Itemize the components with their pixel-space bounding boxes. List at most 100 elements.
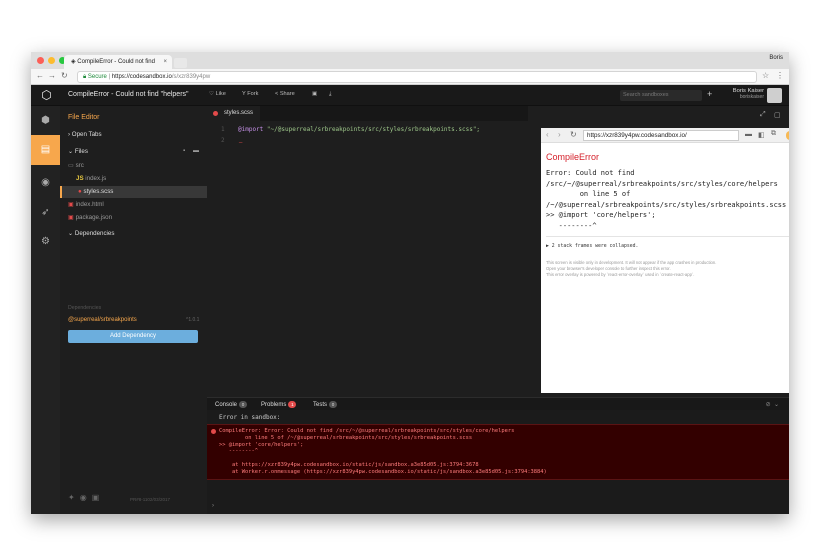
refresh-icon[interactable]: ↻ [570, 130, 577, 139]
app-header: ⬡ CompileError - Could not find "helpers… [31, 85, 789, 106]
tab-console[interactable]: Console 0 [215, 401, 248, 408]
back-icon[interactable]: ‹ [546, 130, 549, 139]
file-tree-item[interactable]: ▣ index.html [68, 201, 104, 208]
download-icon[interactable]: ⤓ [329, 91, 331, 98]
browser-window: ◈ CompileError - Could not find × Boris … [31, 52, 789, 514]
browser-tab[interactable]: ◈ CompileError - Could not find × [64, 55, 172, 69]
new-sandbox-plus-icon[interactable]: + [707, 89, 712, 99]
bookmark-star-icon[interactable]: ☆ [762, 71, 769, 80]
console-input-prompt[interactable]: › [212, 503, 214, 509]
preview-url-input[interactable]: https://xzr839y4pw.codesandbox.io/ [583, 130, 739, 141]
server-settings-icon[interactable]: ⚙ [38, 234, 53, 249]
editor-tab-label: styles.scss [224, 110, 254, 116]
browser-tab-bar: ◈ CompileError - Could not find × Boris [31, 52, 789, 69]
file-name: src [75, 162, 84, 169]
user-info[interactable]: Boris Kaiser boriskaiser [728, 88, 764, 100]
avatar[interactable] [767, 88, 782, 103]
close-window-button[interactable] [37, 57, 44, 64]
github-icon[interactable]: ◉ [80, 493, 87, 502]
github-icon[interactable]: ◉ [38, 175, 53, 190]
reload-icon[interactable]: ↻ [61, 71, 68, 80]
error-marker: _ [239, 137, 243, 143]
deploy-rocket-icon[interactable]: ➶ [38, 205, 53, 220]
new-file-icon[interactable]: ▪ [183, 148, 185, 154]
overlay-footer: This screen is visible only in developme… [546, 260, 716, 278]
browser-profile-name[interactable]: Boris [769, 55, 783, 61]
tab-problems[interactable]: Problems 1 [261, 401, 297, 409]
share-label: Share [279, 91, 295, 97]
file-tree-item[interactable]: JS index.js [76, 175, 106, 182]
line-number: 2 [221, 137, 225, 144]
line-number: 1 [221, 126, 225, 133]
html-file-icon: ▣ [68, 201, 76, 208]
files-section[interactable]: ⌄ Files [68, 148, 88, 155]
preview-window-icon[interactable]: ▢ [774, 111, 781, 119]
error-dot-icon [213, 111, 218, 116]
file-tree-item-selected[interactable]: ● styles.scss [60, 186, 207, 198]
file-tree-item[interactable]: ▣ package.json [68, 214, 112, 221]
fork-button[interactable]: Y Fork [242, 91, 258, 97]
code-editor: styles.scss 1 2 @import "~/@superreal/sr… [207, 106, 534, 397]
collapsed-frames-toggle[interactable]: ▶ 2 stack frames were collapsed. [546, 244, 638, 249]
split-view-icon[interactable]: ◧ [758, 131, 765, 139]
user-handle: boriskaiser [739, 94, 764, 100]
expand-icon[interactable]: ⤢ [760, 111, 766, 119]
file-tree-item[interactable]: ▭ src [68, 162, 84, 169]
open-tabs-section[interactable]: › Open Tabs [68, 131, 102, 138]
close-tab-icon[interactable]: × [163, 55, 167, 69]
tab-tests-label: Tests [313, 402, 328, 409]
save-icon[interactable]: ▣ [312, 91, 317, 97]
new-folder-icon[interactable]: ▬ [193, 148, 199, 154]
explorer-title: File Editor [68, 114, 100, 121]
open-external-icon[interactable]: ⧉ [771, 130, 776, 138]
console-count-badge: 0 [239, 401, 248, 408]
dependencies-section[interactable]: ⌄ Dependencies [68, 230, 114, 237]
project-info-cube-icon[interactable]: ⬢ [38, 113, 53, 128]
preview-toggle[interactable] [786, 131, 789, 140]
preview-frame: ‹ › ↻ https://xzr839y4pw.codesandbox.io/… [541, 128, 789, 393]
console-tab-bar: Console 0 Problems 1 Tests 0 ⊘ ⌄ [207, 397, 789, 410]
codesandbox-logo-icon[interactable]: ⬡ [39, 88, 54, 103]
file-explorer: File Editor › Open Tabs ⌄ Files ▪ ▬ ▭ sr… [60, 106, 207, 514]
problems-count-badge: 1 [288, 401, 297, 408]
url-input[interactable]: 🔒︎ Secure | https://codesandbox.io/s/xzr… [77, 71, 757, 83]
back-arrow-icon[interactable]: ← [36, 71, 44, 80]
code-keyword: @import [238, 126, 264, 133]
minimize-window-button[interactable] [48, 57, 55, 64]
add-dependency-button[interactable]: Add Dependency [68, 330, 198, 343]
clear-console-icon[interactable]: ⊘ [766, 402, 771, 408]
console-actions: ⊘ ⌄ [766, 401, 779, 408]
tab-tests[interactable]: Tests 0 [313, 401, 338, 409]
collapse-panel-icon[interactable]: ⌄ [774, 402, 779, 408]
heart-icon: ♡ [209, 91, 216, 97]
preview-layout-icon[interactable]: ▬ [745, 131, 752, 138]
chevron-down-icon: ⌄ [68, 148, 75, 155]
tests-count-badge: 0 [329, 401, 338, 408]
url-host: https://codesandbox.io [111, 74, 172, 80]
sandbox-title[interactable]: CompileError - Could not find "helpers" [68, 91, 189, 98]
share-button[interactable]: < Share [275, 91, 295, 97]
tab-problems-label: Problems [261, 402, 287, 409]
activity-bar: ⬢ ▤ ◉ ➶ ⚙ [31, 106, 60, 514]
twitter-icon[interactable]: ✦ [68, 493, 75, 502]
error-message: Error: Could not find /src/~/@superreal/… [546, 169, 787, 230]
secure-label: Secure [87, 74, 107, 80]
dependency-version[interactable]: ^1.0.1 [186, 317, 199, 323]
like-button[interactable]: ♡ Like [209, 91, 226, 97]
dependencies-label: Dependencies [74, 230, 115, 237]
chat-icon[interactable]: ▣ [92, 493, 100, 502]
forward-arrow-icon[interactable]: → [48, 71, 56, 80]
file-editor-icon[interactable]: ▤ [31, 135, 60, 165]
dependencies-sublabel: Dependencies [68, 305, 102, 311]
dependency-name[interactable]: @superreal/srbreakpoints [68, 317, 137, 323]
editor-tab-bar: styles.scss [207, 106, 528, 121]
search-sandboxes-input[interactable]: Search sandboxes [620, 90, 702, 101]
new-tab-button[interactable] [174, 58, 187, 68]
browser-menu-icon[interactable]: ⋮ [776, 71, 784, 80]
forward-icon[interactable]: › [558, 130, 561, 139]
editor-tab[interactable]: styles.scss [207, 106, 260, 121]
code-line[interactable]: @import "~/@superreal/srbreakpoints/src/… [238, 126, 480, 133]
error-overlay-title: CompileError [546, 152, 600, 162]
file-name: index.html [75, 201, 104, 208]
preview-nav-bar: ‹ › ↻ https://xzr839y4pw.codesandbox.io/… [541, 128, 789, 143]
